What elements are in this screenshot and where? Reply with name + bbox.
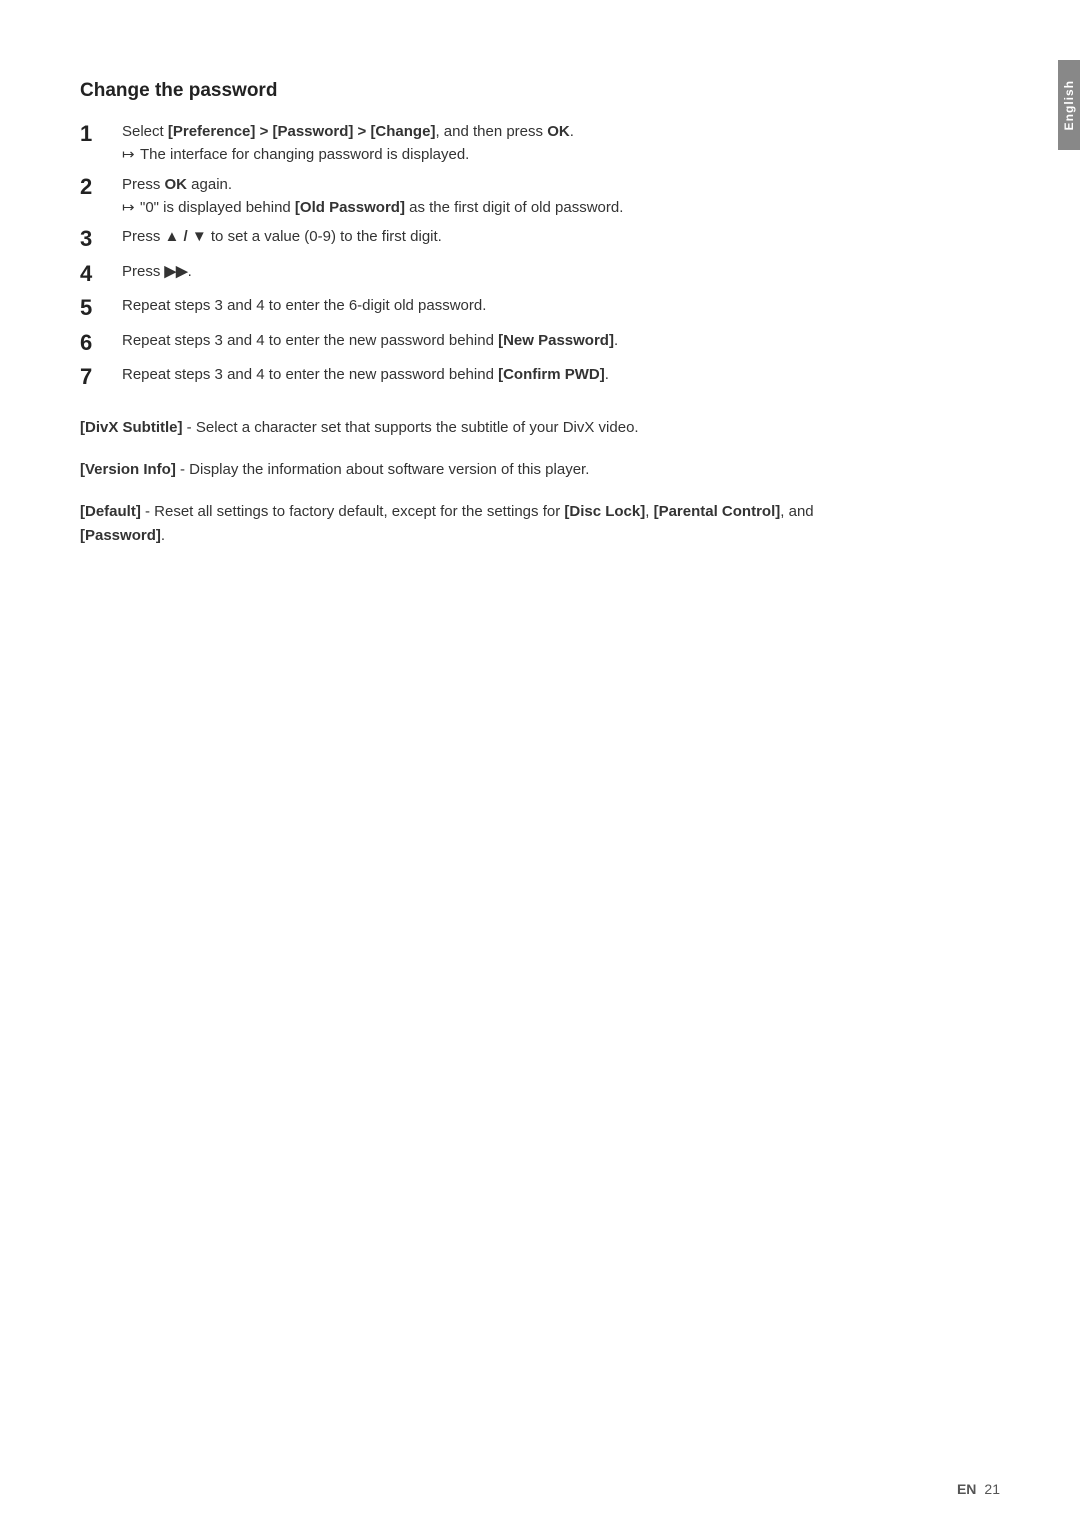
version-bracket: [Version Info] [80, 461, 176, 478]
step-3-main: Press ▲ / ▼ to set a value (0-9) to the … [122, 228, 442, 245]
step-2-ok: OK [165, 176, 188, 193]
step-4-arrows: ▶▶ [165, 263, 188, 280]
step-5-number: 5 [80, 294, 122, 323]
page-footer: EN 21 [957, 1481, 1000, 1497]
step-5-main: Repeat steps 3 and 4 to enter the 6-digi… [122, 297, 486, 314]
step-1-main: Select [Preference] > [Password] > [Chan… [122, 123, 574, 140]
step-7: 7 Repeat steps 3 and 4 to enter the new … [80, 363, 900, 392]
step-1-sub: The interface for changing password is d… [122, 143, 900, 166]
step-4-number: 4 [80, 260, 122, 289]
step-4-content: Press ▶▶. [122, 260, 900, 283]
section-heading: Change the password [80, 80, 900, 102]
step-6-bracket: [New Password] [498, 332, 614, 349]
step-2: 2 Press OK again. "0" is displayed behin… [80, 173, 900, 220]
step-4-main: Press ▶▶. [122, 263, 192, 280]
step-1: 1 Select [Preference] > [Password] > [Ch… [80, 120, 900, 167]
footer-label: EN [957, 1481, 976, 1497]
step-3-content: Press ▲ / ▼ to set a value (0-9) to the … [122, 225, 900, 248]
version-info-paragraph: [Version Info] - Display the information… [80, 458, 900, 482]
step-2-sub: "0" is displayed behind [Old Password] a… [122, 196, 900, 219]
side-tab: English [1058, 60, 1080, 150]
footer-page-number: 21 [984, 1481, 1000, 1497]
step-5-content: Repeat steps 3 and 4 to enter the 6-digi… [122, 294, 900, 317]
default-period: . [161, 527, 165, 544]
main-content: Change the password 1 Select [Preference… [0, 0, 980, 626]
default-and: , and [780, 503, 813, 520]
step-3-arrows: ▲ / ▼ [165, 228, 207, 245]
step-5: 5 Repeat steps 3 and 4 to enter the 6-di… [80, 294, 900, 323]
page-container: English Change the password 1 Select [Pr… [0, 0, 1080, 1527]
step-7-content: Repeat steps 3 and 4 to enter the new pa… [122, 363, 900, 386]
step-1-number: 1 [80, 120, 122, 149]
step-2-number: 2 [80, 173, 122, 202]
step-6-content: Repeat steps 3 and 4 to enter the new pa… [122, 329, 900, 352]
step-2-bracket: [Old Password] [295, 199, 405, 216]
default-parental-control: [Parental Control] [654, 503, 781, 520]
step-3-number: 3 [80, 225, 122, 254]
steps-list: 1 Select [Preference] > [Password] > [Ch… [80, 120, 900, 392]
default-rest-pre: - Reset all settings to factory default,… [141, 503, 565, 520]
default-password: [Password] [80, 527, 161, 544]
step-4: 4 Press ▶▶. [80, 260, 900, 289]
step-1-content: Select [Preference] > [Password] > [Chan… [122, 120, 900, 167]
default-paragraph: [Default] - Reset all settings to factor… [80, 500, 900, 548]
version-rest: - Display the information about software… [176, 461, 590, 478]
step-1-ok: OK [547, 123, 570, 140]
step-6-number: 6 [80, 329, 122, 358]
step-7-bracket: [Confirm PWD] [498, 366, 605, 383]
step-7-main: Repeat steps 3 and 4 to enter the new pa… [122, 366, 609, 383]
default-comma: , [645, 503, 653, 520]
step-3: 3 Press ▲ / ▼ to set a value (0-9) to th… [80, 225, 900, 254]
default-disc-lock: [Disc Lock] [564, 503, 645, 520]
step-1-bracket: [Preference] > [Password] > [Change] [168, 123, 436, 140]
default-bracket: [Default] [80, 503, 141, 520]
step-6: 6 Repeat steps 3 and 4 to enter the new … [80, 329, 900, 358]
step-7-number: 7 [80, 363, 122, 392]
step-2-main: Press OK again. [122, 176, 232, 193]
side-tab-label: English [1062, 80, 1076, 130]
divx-subtitle-paragraph: [DivX Subtitle] - Select a character set… [80, 416, 900, 440]
divx-bracket: [DivX Subtitle] [80, 419, 183, 436]
step-6-main: Repeat steps 3 and 4 to enter the new pa… [122, 332, 618, 349]
divx-rest: - Select a character set that supports t… [183, 419, 639, 436]
step-2-content: Press OK again. "0" is displayed behind … [122, 173, 900, 220]
